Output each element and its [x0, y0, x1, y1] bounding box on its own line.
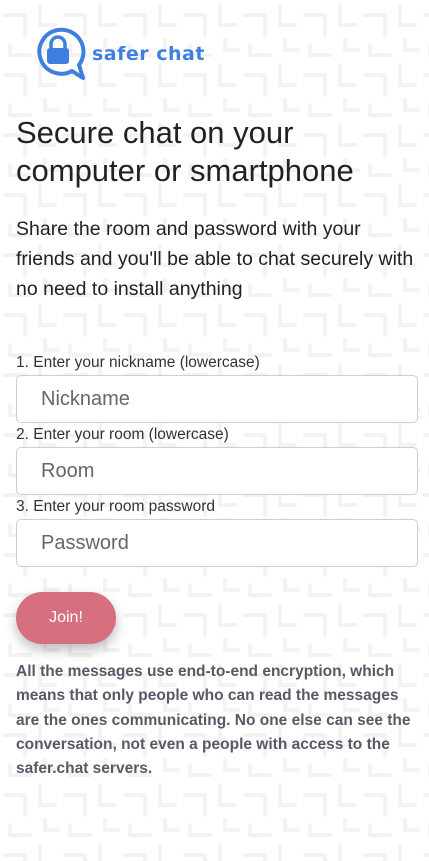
room-label: 2. Enter your room (lowercase) [16, 426, 229, 443]
join-button[interactable]: Join! [16, 592, 116, 644]
brand-logo[interactable]: safer chat [32, 27, 205, 81]
nickname-label: 1. Enter your nickname (lowercase) [16, 354, 260, 371]
nickname-input[interactable] [16, 375, 418, 423]
page-title: Secure chat on your computer or smartpho… [16, 115, 354, 188]
intro-text: Share the room and password with your fr… [16, 218, 414, 300]
room-input[interactable] [16, 447, 418, 495]
lock-chat-bubble-icon [37, 27, 86, 80]
password-label: 3. Enter your room password [16, 498, 216, 515]
brand-name: safer chat [92, 43, 205, 65]
encryption-disclaimer: All the messages use end-to-end encrypti… [16, 663, 411, 778]
password-input[interactable] [16, 519, 418, 567]
